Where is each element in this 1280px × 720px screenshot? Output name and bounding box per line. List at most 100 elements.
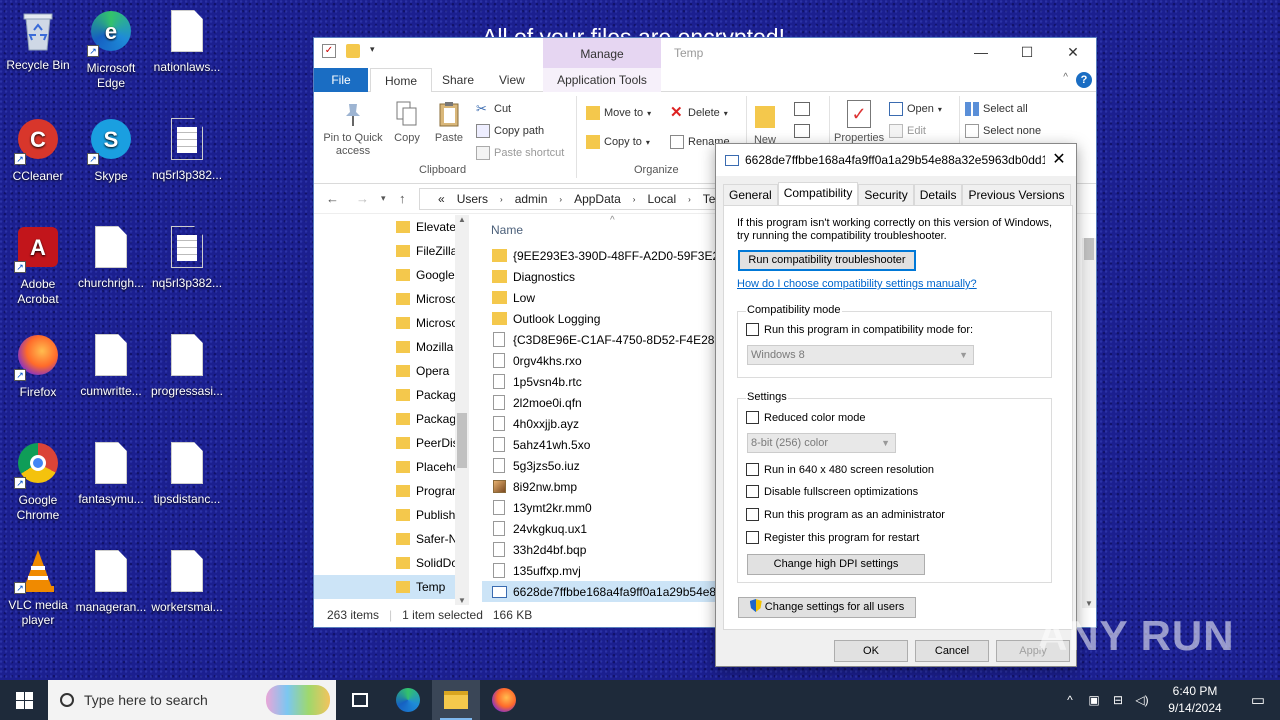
tab-file[interactable]: File [314,68,368,92]
nav-scrollbar[interactable]: ▲ ▼ [455,215,469,605]
clock[interactable]: 6:40 PM 9/14/2024 [1154,683,1236,717]
move-to-button[interactable]: Move to ▾ [586,106,651,120]
manual-settings-link[interactable]: How do I choose compatibility settings m… [737,278,977,290]
back-arrow-icon[interactable]: ← [326,191,339,206]
copy-to-button[interactable]: Copy to ▾ [586,135,650,149]
desktop-icon-document[interactable]: progressasi... [149,332,225,399]
compat-mode-checkbox[interactable]: Run this program in compatibility mode f… [746,323,973,336]
desktop-icon-document[interactable]: manageran... [73,548,149,615]
checkbox[interactable] [746,531,759,544]
nav-item[interactable]: Safer-N [314,527,469,551]
tab-home[interactable]: Home [370,68,433,93]
file-row[interactable]: 5ahz41wh.5xo [482,434,717,455]
nav-item[interactable]: Microso [314,287,469,311]
new-folder-button[interactable]: New [750,106,780,147]
desktop-icon-recycle-bin[interactable]: Recycle Bin [0,8,76,73]
tab-security[interactable]: Security [858,184,914,205]
register-restart-checkbox[interactable]: Register this program for restart [746,531,919,544]
desktop-icon-document[interactable]: nationlaws... [149,8,225,75]
file-row[interactable]: Outlook Logging [482,308,717,329]
checkbox[interactable] [746,485,759,498]
tab-view[interactable]: View [485,68,539,92]
edit-button[interactable]: Edit [889,124,926,138]
color-mode-select[interactable]: 8-bit (256) color ▼ [747,433,896,453]
nav-item[interactable]: Packag [314,383,469,407]
tab-compatibility[interactable]: Compatibility [777,182,859,205]
select-all-button[interactable]: Select all [965,102,1028,116]
up-arrow-icon[interactable]: ↑ [399,191,406,206]
change-dpi-button[interactable]: Change high DPI settings [747,554,925,575]
ok-button[interactable]: OK [834,640,908,662]
desktop-icon-firefox[interactable]: ↗ Firefox [0,332,76,400]
breadcrumb-item[interactable]: Local [647,192,676,206]
desktop-icon-vlc[interactable]: ↗ VLC media player [0,548,76,628]
file-row[interactable]: 13ymt2kr.mm0 [482,497,717,518]
file-row[interactable]: 135uffxp.mvj [482,560,717,581]
nav-item[interactable]: SolidDo [314,551,469,575]
desktop-icon-document[interactable]: churchrigh... [73,224,149,291]
properties-quick-icon[interactable]: ✓ [322,44,336,58]
desktop-icon-ccleaner[interactable]: C ↗ CCleaner [0,116,76,184]
nav-scrollbar-thumb[interactable] [457,413,467,468]
checkbox[interactable] [746,323,759,336]
change-all-users-button[interactable]: Change settings for all users [738,597,916,618]
nav-item[interactable]: PeerDis [314,431,469,455]
manage-context-header[interactable]: Manage [543,38,661,68]
notifications-icon[interactable]: ▭ [1236,691,1280,709]
tab-previous-versions[interactable]: Previous Versions [962,184,1071,205]
cancel-button[interactable]: Cancel [915,640,989,662]
checkbox[interactable] [746,463,759,476]
desktop-icon-document[interactable]: fantasymu... [73,440,149,507]
cut-button[interactable]: ✂ Cut [476,102,511,116]
task-view-button[interactable] [336,680,384,720]
tab-share[interactable]: Share [428,68,488,92]
desktop-icon-document[interactable]: cumwritte... [73,332,149,399]
file-row[interactable]: 4h0xxjjb.ayz [482,413,717,434]
file-scrollbar-thumb[interactable] [1084,238,1094,260]
nav-item[interactable]: Publish [314,503,469,527]
disable-fullscreen-checkbox[interactable]: Disable fullscreen optimizations [746,485,918,498]
properties-button[interactable]: ✓ Properties [834,100,884,145]
compat-mode-select[interactable]: Windows 8 ▼ [747,345,974,365]
file-row[interactable]: 24vkgkuq.ux1 [482,518,717,539]
help-icon[interactable]: ? [1076,72,1092,88]
tab-application-tools[interactable]: Application Tools [543,68,661,92]
open-button[interactable]: Open ▾ [889,102,942,116]
breadcrumb-item[interactable]: admin [515,192,548,206]
column-header-name[interactable]: Name [482,215,717,245]
file-row[interactable]: 33h2d4bf.bqp [482,539,717,560]
nav-item[interactable]: Opera [314,359,469,383]
breadcrumb-item[interactable]: AppData [574,192,621,206]
file-row[interactable]: 6628de7ffbbe168a4fa9ff0a1a29b54e88a [482,581,717,602]
desktop-icon-edge[interactable]: e ↗ Microsoft Edge [73,8,149,91]
taskbar-search[interactable]: Type here to search [48,680,336,720]
volume-icon[interactable]: ◁) [1130,693,1154,707]
desktop-icon-text-file[interactable]: nq5rl3p382... [149,224,225,291]
checkbox[interactable] [746,508,759,521]
file-row[interactable]: Diagnostics [482,266,717,287]
nav-item[interactable]: Packag [314,407,469,431]
close-icon[interactable]: ✕ [1042,144,1076,176]
file-row[interactable]: 0rgv4khs.rxo [482,350,717,371]
nav-item[interactable]: Temp [314,575,469,599]
start-button[interactable] [0,680,48,720]
nav-item[interactable]: FileZilla [314,239,469,263]
chevron-up-icon[interactable]: ^ [1058,693,1082,707]
taskbar-edge[interactable] [384,680,432,720]
tab-details[interactable]: Details [913,184,963,205]
chevron-down-icon[interactable]: ▾ [370,44,384,58]
nav-item[interactable]: Microso [314,311,469,335]
file-row[interactable]: {9EE293E3-390D-48FF-A2D0-59F3E2EC8 [482,245,717,266]
desktop-icon-acrobat[interactable]: A ↗ Adobe Acrobat [0,224,76,307]
new-folder-quick-icon[interactable] [346,44,360,58]
nav-item[interactable]: Program [314,479,469,503]
close-button[interactable]: ✕ [1050,38,1096,66]
res-640-checkbox[interactable]: Run in 640 x 480 screen resolution [746,463,934,476]
network-status-icon[interactable]: ▣ [1082,693,1106,707]
pin-quick-access-button[interactable]: Pin to Quick access [319,100,387,158]
nav-item[interactable]: Google [314,263,469,287]
select-none-button[interactable]: Select none [965,124,1041,138]
delete-button[interactable]: ✕ Delete ▾ [670,105,728,120]
file-row[interactable]: 2l2moe0i.qfn [482,392,717,413]
file-row[interactable]: 1p5vsn4b.rtc [482,371,717,392]
